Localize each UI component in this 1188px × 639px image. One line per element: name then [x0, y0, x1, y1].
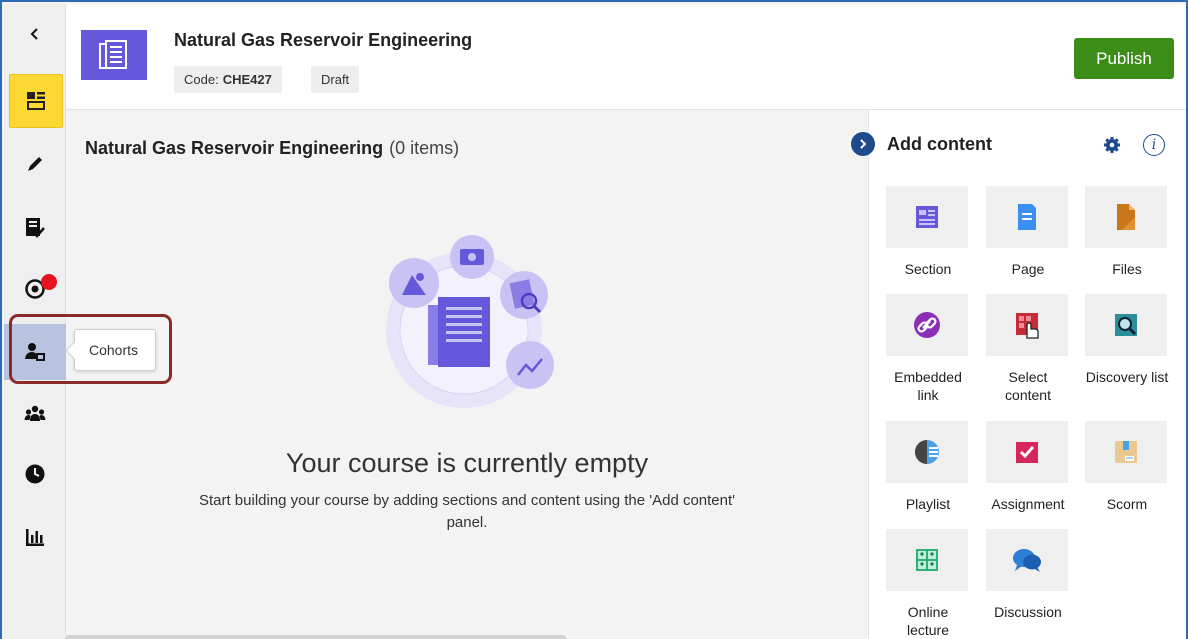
info-icon[interactable]: i	[1143, 134, 1165, 156]
rail-schedule[interactable]	[4, 449, 66, 499]
tile-box	[986, 421, 1068, 483]
add-discovery-list-tile[interactable]: Discovery list	[1085, 294, 1169, 386]
course-header: Natural Gas Reservoir Engineering Code: …	[66, 4, 1186, 110]
back-icon	[30, 28, 38, 40]
course-code-tag: Code: CHE427	[174, 66, 282, 93]
tile-box	[1085, 294, 1167, 356]
grading-icon	[26, 218, 45, 238]
add-discussion-tile[interactable]: Discussion	[986, 529, 1070, 621]
groups-icon	[24, 405, 46, 421]
code-value: CHE427	[222, 72, 272, 87]
tile-label: Discussion	[994, 604, 1062, 620]
tile-box	[886, 529, 968, 591]
course-content-area: Natural Gas Reservoir Engineering (0 item…	[66, 110, 868, 639]
tile-label: Scorm	[1106, 496, 1148, 512]
rail-analytics[interactable]	[4, 512, 66, 562]
tile-box	[886, 186, 968, 248]
online-lecture-icon	[916, 549, 938, 571]
gear-icon[interactable]	[1103, 136, 1121, 154]
course-outline-icon	[27, 92, 45, 110]
add-scorm-tile[interactable]: Scorm	[1085, 421, 1169, 513]
add-files-tile[interactable]: Files	[1085, 186, 1169, 278]
course-document-icon	[99, 40, 127, 69]
embedded-link-icon	[914, 312, 940, 338]
assignment-icon	[1016, 442, 1038, 463]
tile-box	[886, 294, 968, 356]
course-icon	[81, 30, 147, 80]
notification-badge	[41, 274, 57, 290]
tile-label: Select content	[1005, 369, 1051, 403]
tile-label: Section	[904, 261, 952, 277]
add-page-tile[interactable]: Page	[986, 186, 1070, 278]
tile-label: Files	[1112, 261, 1142, 277]
publish-button[interactable]: Publish	[1074, 38, 1174, 79]
chevron-right-icon	[860, 139, 867, 149]
tile-label: Embedded link	[894, 369, 962, 403]
files-icon	[1117, 204, 1135, 230]
scorm-icon	[1115, 441, 1137, 463]
cohorts-tooltip: Cohorts	[74, 329, 156, 371]
app-frame: Natural Gas Reservoir Engineering Code: …	[0, 0, 1188, 639]
tile-box	[1085, 186, 1167, 248]
discussion-icon	[1013, 549, 1041, 572]
edit-icon	[28, 157, 42, 171]
tile-label: Online lecture	[906, 604, 950, 638]
add-online-lecture-tile[interactable]: Online lecture	[886, 529, 970, 639]
analytics-icon	[26, 529, 44, 546]
empty-state-subtitle: Start building your course by adding sec…	[198, 492, 736, 531]
add-assignment-tile[interactable]: Assignment	[986, 421, 1070, 513]
code-label: Code:	[184, 72, 219, 87]
rail-edit[interactable]	[4, 139, 66, 189]
rail-grading[interactable]	[4, 202, 66, 252]
page-icon	[1018, 204, 1036, 230]
rail-course-outline[interactable]	[9, 74, 63, 128]
add-embedded-link-tile[interactable]: Embedded link	[886, 294, 970, 404]
rail-goals[interactable]	[4, 264, 66, 314]
content-title: Natural Gas Reservoir Engineering	[85, 138, 384, 158]
status-badge: Draft	[311, 66, 360, 93]
tile-label: Page	[1011, 261, 1045, 277]
tile-label: Playlist	[905, 496, 951, 512]
add-playlist-tile[interactable]: Playlist	[886, 421, 970, 513]
tile-box	[986, 529, 1068, 591]
rail-groups[interactable]	[4, 389, 66, 439]
select-content-icon	[1016, 313, 1039, 339]
content-heading: Natural Gas Reservoir Engineering (0 item…	[85, 138, 459, 159]
horizontal-scrollbar[interactable]	[66, 635, 566, 639]
add-content-panel: Add content i Section Page Files Embedde…	[851, 110, 1186, 639]
tile-box	[1085, 421, 1167, 483]
empty-course-illustration	[386, 235, 554, 408]
empty-state-title: Your course is currently empty	[285, 448, 649, 478]
collapse-rail-button[interactable]	[4, 14, 66, 54]
tile-box	[986, 186, 1068, 248]
discovery-list-icon	[1115, 314, 1137, 336]
panel-title: Add content	[887, 134, 992, 154]
item-count: (0 items)	[389, 138, 460, 158]
clock-icon	[25, 464, 45, 484]
add-select-content-tile[interactable]: Select content	[986, 294, 1070, 404]
playlist-icon	[915, 440, 939, 464]
collapse-panel-button[interactable]	[851, 132, 875, 156]
tile-box	[886, 421, 968, 483]
section-icon	[916, 206, 938, 228]
tile-label: Assignment	[991, 496, 1065, 512]
tile-box	[986, 294, 1068, 356]
tile-label: Discovery list	[1085, 369, 1169, 385]
add-section-tile[interactable]: Section	[886, 186, 970, 278]
course-title: Natural Gas Reservoir Engineering	[174, 30, 473, 50]
